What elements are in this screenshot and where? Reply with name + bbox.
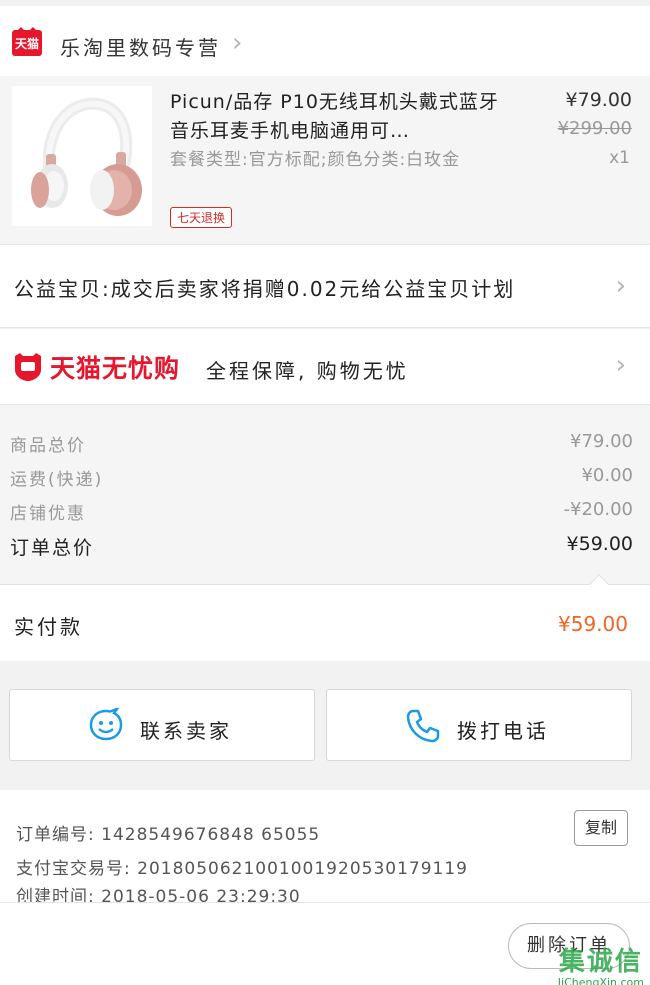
watermark: 集诚信 JiChengXin.com: [558, 941, 644, 985]
worry-free-text: 全程保障, 购物无忧: [206, 359, 409, 383]
charity-text: 公益宝贝:成交后卖家将捐赠0.02元给公益宝贝计划: [14, 277, 516, 301]
summary-row: 店铺优惠 -¥20.00: [0, 499, 650, 529]
worry-free-row[interactable]: 天猫无忧购 全程保障, 购物无忧 ›: [0, 329, 650, 405]
price-summary: 商品总价 ¥79.00 运费(快递) ¥0.00 店铺优惠 -¥20.00 订单…: [0, 405, 650, 585]
paid-value: ¥59.00: [558, 612, 628, 636]
summary-value: ¥79.00: [570, 431, 633, 452]
chat-icon: [89, 708, 123, 741]
paid-label: 实付款: [14, 615, 83, 639]
product-quantity: x1: [609, 148, 630, 168]
phone-icon: [406, 709, 440, 743]
summary-value: -¥20.00: [563, 499, 633, 520]
call-label: 拨打电话: [457, 719, 549, 743]
chevron-right-icon[interactable]: ›: [616, 350, 626, 380]
call-button[interactable]: 拨打电话: [326, 689, 632, 761]
contact-seller-label: 联系卖家: [140, 719, 232, 743]
bottom-bar: 删除订单 集诚信 JiChengXin.com: [0, 902, 650, 985]
watermark-main: 集诚信: [558, 947, 643, 977]
copy-button[interactable]: 复制: [574, 810, 628, 846]
product-price: ¥79.00: [565, 89, 632, 111]
order-number: 订单编号: 1428549676848 65055: [16, 825, 321, 845]
summary-label: 运费(快递): [10, 470, 104, 490]
product-title[interactable]: Picun/品存 P10无线耳机头戴式蓝牙音乐耳麦手机电脑通用可…: [170, 88, 510, 146]
product-image[interactable]: [12, 86, 152, 226]
chevron-right-icon[interactable]: ›: [616, 271, 626, 301]
contact-actions: 联系卖家 拨打电话: [0, 675, 650, 775]
order-total-row: 订单总价 ¥59.00: [0, 533, 650, 563]
tmall-shield-icon: [15, 353, 41, 381]
charity-row[interactable]: 公益宝贝:成交后卖家将捐赠0.02元给公益宝贝计划 ›: [0, 244, 650, 328]
order-info: 订单编号: 1428549676848 65055 支付宝交易号: 201805…: [0, 790, 650, 907]
return-badge: 七天退换: [170, 207, 233, 228]
alipay-number: 支付宝交易号: 2018050621001001920530179119: [16, 859, 468, 879]
summary-label: 商品总价: [10, 436, 86, 456]
product-item[interactable]: Picun/品存 P10无线耳机头戴式蓝牙音乐耳麦手机电脑通用可… 套餐类型:官…: [0, 76, 650, 244]
product-original-price: ¥299.00: [557, 118, 632, 139]
tmall-logo: 天猫: [12, 27, 42, 56]
order-total-label: 订单总价: [10, 537, 95, 559]
summary-label: 店铺优惠: [10, 504, 86, 524]
summary-value: ¥0.00: [581, 465, 633, 486]
store-name[interactable]: 乐淘里数码专营: [60, 32, 221, 61]
product-spec: 套餐类型:官方标配;颜色分类:白玫金: [170, 150, 461, 170]
store-header[interactable]: 天猫 乐淘里数码专营 ›: [0, 6, 650, 76]
worry-free-brand: 天猫无忧购: [50, 354, 181, 383]
contact-seller-button[interactable]: 联系卖家: [9, 689, 315, 761]
summary-row: 运费(快递) ¥0.00: [0, 465, 650, 495]
summary-row: 商品总价 ¥79.00: [0, 431, 650, 461]
chevron-right-icon[interactable]: ›: [232, 28, 242, 58]
order-total-value: ¥59.00: [566, 533, 633, 555]
paid-amount-row: 实付款 ¥59.00: [0, 574, 650, 661]
